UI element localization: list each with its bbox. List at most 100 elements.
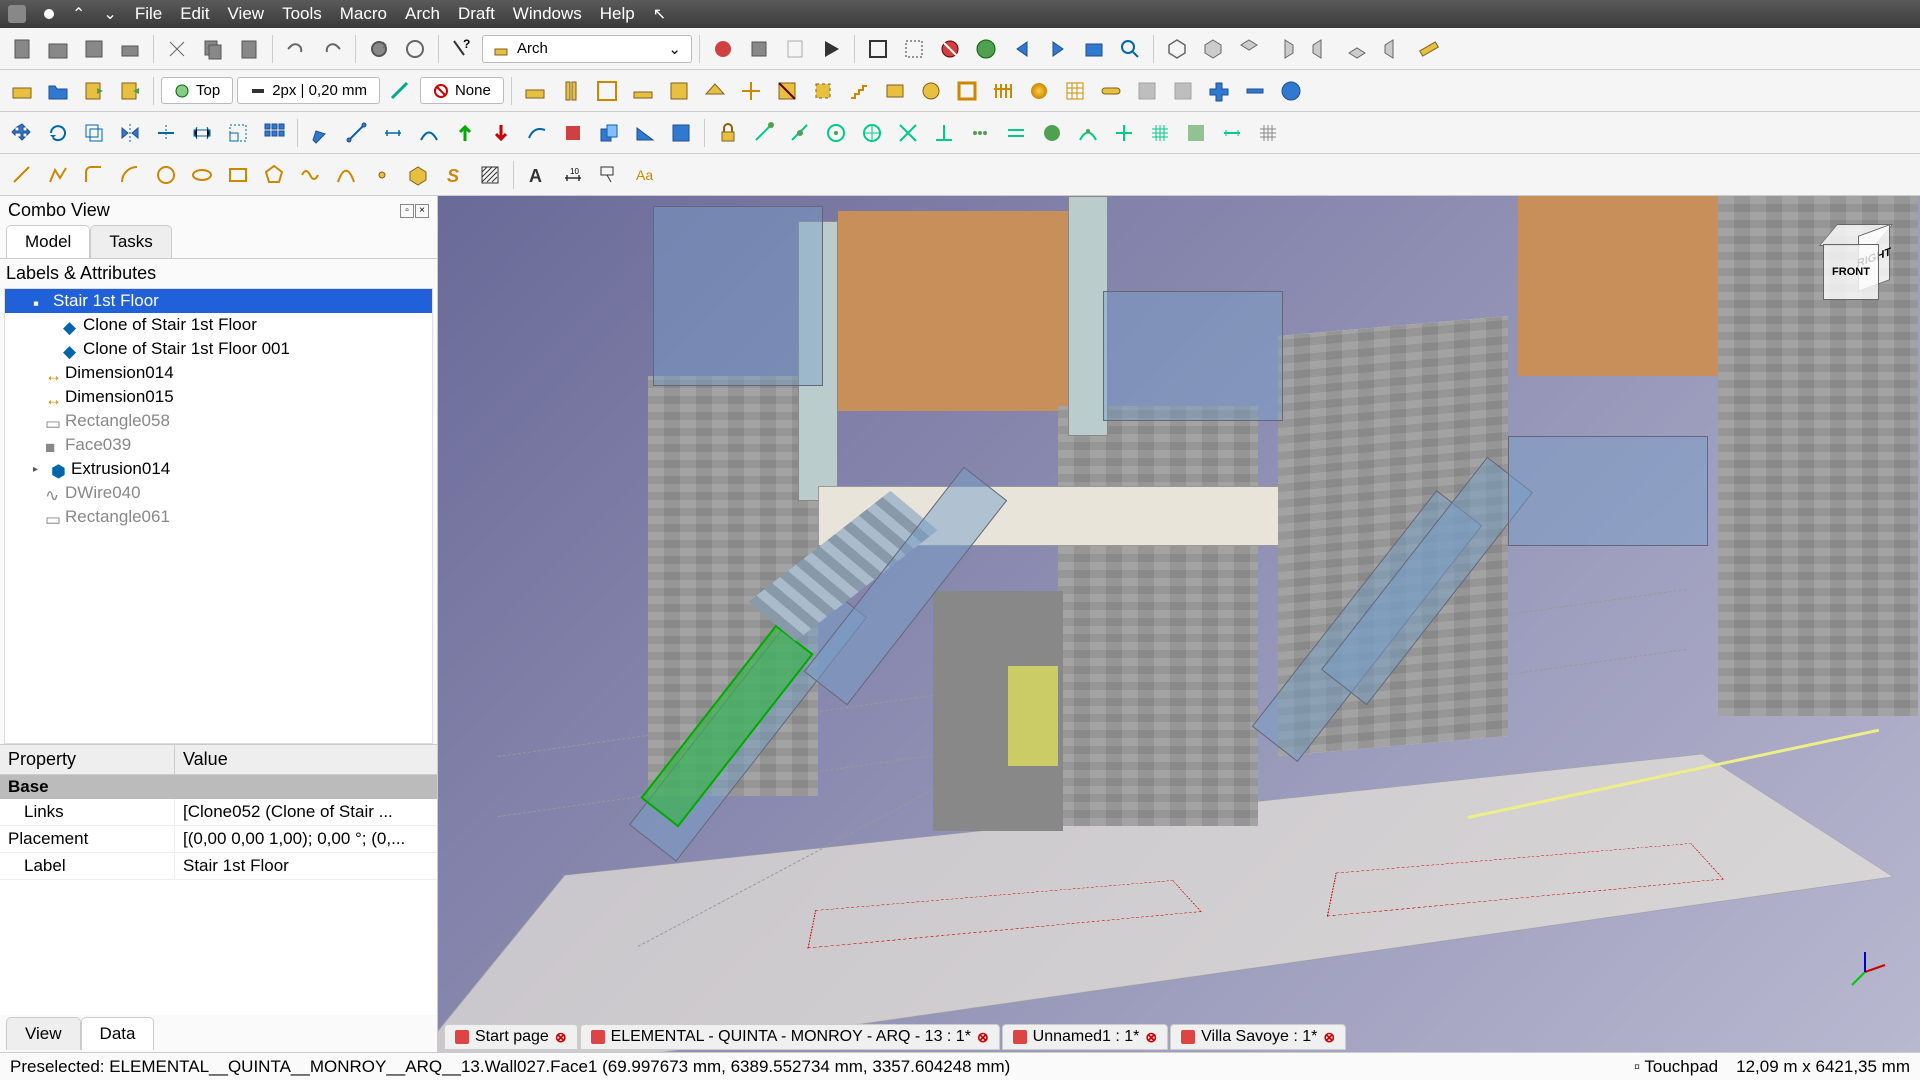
macro-play-button[interactable] (815, 33, 847, 65)
offset-button[interactable] (78, 117, 110, 149)
arc-button[interactable] (114, 159, 146, 191)
lineweight-pill[interactable]: 2px | 0,20 mm (237, 77, 380, 104)
point-button[interactable] (366, 159, 398, 191)
tree-item-clone-stair-001[interactable]: ◆ Clone of Stair 1st Floor 001 (5, 337, 432, 361)
property-value[interactable]: Stair 1st Floor (175, 853, 437, 879)
arch-wall-button[interactable] (519, 75, 551, 107)
tree-item-extrusion014[interactable]: ▸ ⬢ Extrusion014 (5, 457, 432, 481)
macro-record-button[interactable] (707, 33, 739, 65)
snap-perpendicular-button[interactable] (928, 117, 960, 149)
clone-button[interactable] (593, 117, 625, 149)
fit-all-button[interactable] (862, 33, 894, 65)
doc-tab-elemental[interactable]: ELEMENTAL - QUINTA - MONROY - ARQ - 13 :… (580, 1024, 1000, 1050)
ellipse-button[interactable] (186, 159, 218, 191)
tree-item-dimension014[interactable]: ↔ Dimension014 (5, 361, 432, 385)
linestyle-pill[interactable]: None (420, 77, 504, 104)
print-button[interactable] (114, 33, 146, 65)
top-view-button[interactable] (1233, 33, 1265, 65)
import-button[interactable] (114, 75, 146, 107)
tree-item-face039[interactable]: ■ Face039 (5, 433, 432, 457)
annotation-style-button[interactable]: Aa (629, 159, 661, 191)
arch-window-button[interactable] (663, 75, 695, 107)
snap-ortho-button[interactable] (1108, 117, 1140, 149)
sync-button[interactable] (399, 33, 431, 65)
rotate-button[interactable] (42, 117, 74, 149)
draft-slope-button[interactable] (629, 117, 661, 149)
snap-near-button[interactable] (1072, 117, 1104, 149)
lock-button[interactable] (712, 117, 744, 149)
arch-equipment-button[interactable] (915, 75, 947, 107)
construction-mode-button[interactable] (384, 75, 416, 107)
arch-pipe-button[interactable] (1095, 75, 1127, 107)
close-icon[interactable]: ⊗ (555, 1029, 567, 1046)
scale-button[interactable] (222, 117, 254, 149)
navigation-cube[interactable]: RIGHT FRONT (1806, 216, 1896, 306)
snap-endpoint-button[interactable] (748, 117, 780, 149)
zoom-button[interactable] (1114, 33, 1146, 65)
nav-forward-button[interactable] (1042, 33, 1074, 65)
3d-viewport[interactable]: RIGHT FRONT Start page ⊗ ELEMENTAL - QUI… (438, 196, 1920, 1052)
snap-parallel-button[interactable] (1000, 117, 1032, 149)
macro-list-button[interactable] (779, 33, 811, 65)
snap-special-button[interactable] (1036, 117, 1068, 149)
edit-button[interactable] (305, 117, 337, 149)
doc-tab-unnamed[interactable]: Unnamed1 : 1* ⊗ (1002, 1024, 1168, 1050)
draft-to-sketch-button[interactable] (521, 117, 553, 149)
menu-help[interactable]: Help (600, 4, 635, 24)
left-view-button[interactable] (1377, 33, 1409, 65)
draw-style-button[interactable] (934, 33, 966, 65)
menu-view[interactable]: View (228, 4, 265, 24)
text-button[interactable]: A (521, 159, 553, 191)
snap-intersection-button[interactable] (892, 117, 924, 149)
fillet-button[interactable] (78, 159, 110, 191)
view-plane-pill[interactable]: Top (161, 77, 233, 104)
upgrade-button[interactable] (449, 117, 481, 149)
refresh-button[interactable] (363, 33, 395, 65)
arch-rebar-button[interactable] (591, 75, 623, 107)
save-button[interactable] (78, 33, 110, 65)
rear-view-button[interactable] (1305, 33, 1337, 65)
fit-selection-button[interactable] (898, 33, 930, 65)
snap-extension-button[interactable] (964, 117, 996, 149)
arch-floor-button[interactable] (627, 75, 659, 107)
flip-dim-button[interactable] (665, 117, 697, 149)
property-value[interactable]: [(0,00 0,00 1,00); 0,00 °; (0,... (175, 826, 437, 852)
measure-button[interactable] (1413, 33, 1445, 65)
arch-panel-button[interactable] (879, 75, 911, 107)
bottom-view-button[interactable] (1341, 33, 1373, 65)
wire-to-bspline-button[interactable] (413, 117, 445, 149)
arch-survey-button[interactable] (1275, 75, 1307, 107)
tree-item-stair-1st[interactable]: ▪ Stair 1st Floor (5, 289, 432, 313)
arch-space-button[interactable] (807, 75, 839, 107)
shapestring-button[interactable]: S (438, 159, 470, 191)
doc-tab-villa[interactable]: Villa Savoye : 1* ⊗ (1170, 1024, 1346, 1050)
arch-frame-button[interactable] (951, 75, 983, 107)
label-button[interactable] (593, 159, 625, 191)
export-button[interactable] (78, 75, 110, 107)
hatch-button[interactable] (474, 159, 506, 191)
property-row-label[interactable]: Label Stair 1st Floor (0, 853, 437, 880)
tree-item-rectangle058[interactable]: ▭ Rectangle058 (5, 409, 432, 433)
property-row-links[interactable]: Links [Clone052 (Clone of Stair ... (0, 799, 437, 826)
tree-item-rectangle061[interactable]: ▭ Rectangle061 (5, 505, 432, 529)
menu-draft[interactable]: Draft (458, 4, 495, 24)
property-value[interactable]: [Clone052 (Clone of Stair ... (175, 799, 437, 825)
open-file-button[interactable] (42, 33, 74, 65)
tab-data[interactable]: Data (81, 1017, 155, 1050)
nav-back-button[interactable] (1006, 33, 1038, 65)
arch-structure-button[interactable] (555, 75, 587, 107)
iso-view-button[interactable] (1161, 33, 1193, 65)
tree-item-dimension015[interactable]: ↔ Dimension015 (5, 385, 432, 409)
undo-button[interactable] (280, 33, 312, 65)
arch-remove-button[interactable] (1239, 75, 1271, 107)
arch-cut-button[interactable] (1131, 75, 1163, 107)
dimension-button[interactable]: 10 (557, 159, 589, 191)
wire-button[interactable] (42, 159, 74, 191)
tab-model[interactable]: Model (6, 225, 90, 258)
cut-button[interactable] (161, 33, 193, 65)
model-tree[interactable]: ▪ Stair 1st Floor ◆ Clone of Stair 1st F… (4, 288, 433, 744)
line-button[interactable] (6, 159, 38, 191)
arch-schedule-button[interactable] (1059, 75, 1091, 107)
dimension-h-button[interactable] (377, 117, 409, 149)
arch-roof-button[interactable] (699, 75, 731, 107)
